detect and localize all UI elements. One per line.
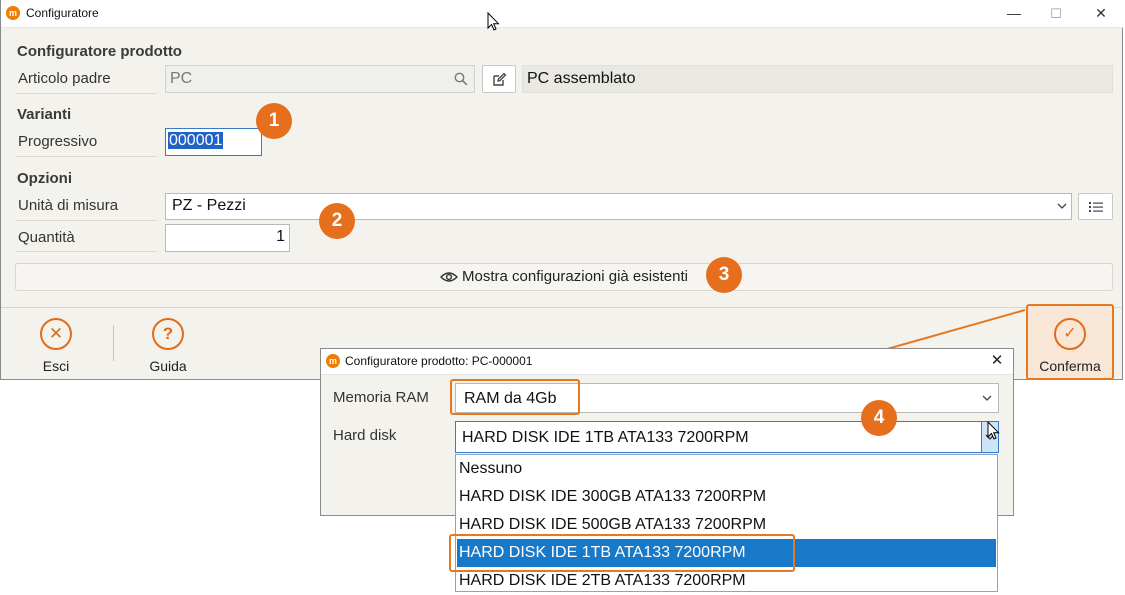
parent-description-field: PC assemblato [522, 65, 1113, 93]
quantity-input[interactable]: 1 [165, 224, 290, 252]
edit-article-button[interactable] [482, 65, 516, 93]
parent-article-input[interactable]: PC [165, 65, 475, 93]
show-existing-configurations-label: Mostra configurazioni già esistenti [462, 268, 688, 285]
exit-label: Esci [42, 358, 70, 374]
label-divider [15, 93, 157, 94]
chevron-down-icon [1057, 203, 1067, 209]
chevron-down-icon [982, 395, 992, 401]
uom-select[interactable]: PZ - Pezzi [165, 193, 1072, 220]
toolbar-separator [113, 325, 114, 361]
hard-disk-option[interactable]: Nessuno [457, 455, 996, 483]
show-existing-configurations-button[interactable]: Mostra configurazioni già esistenti [15, 263, 1113, 291]
ram-label: Memoria RAM [333, 389, 429, 406]
dialog-titlebar: m Configuratore prodotto: PC-000001 ✕ [321, 349, 1013, 375]
label-divider [15, 251, 157, 252]
parent-article-value: PC [170, 70, 193, 87]
list-icon [1089, 202, 1103, 212]
exit-icon: ✕ [40, 318, 72, 350]
search-icon[interactable] [454, 72, 468, 86]
hard-disk-select[interactable]: HARD DISK IDE 1TB ATA133 7200RPM [455, 421, 999, 453]
app-logo-icon: m [6, 6, 20, 20]
exit-button[interactable]: ✕ Esci [26, 318, 86, 374]
step-marker-2: 2 [319, 203, 355, 239]
dialog-title: Configuratore prodotto: PC-000001 [345, 354, 533, 368]
confirm-button[interactable]: ✓ Conferma [1026, 304, 1114, 380]
dialog-close-button[interactable]: ✕ [985, 351, 1009, 369]
help-icon: ? [152, 318, 184, 350]
hard-disk-label: Hard disk [333, 427, 397, 444]
help-button[interactable]: ? Guida [138, 318, 198, 374]
close-button[interactable]: ✕ [1083, 0, 1119, 27]
progressive-value: 000001 [168, 132, 224, 149]
step-marker-3: 3 [706, 257, 742, 293]
product-section-title: Configuratore prodotto [17, 43, 182, 60]
step-marker-4: 4 [861, 400, 897, 436]
eye-icon [440, 272, 459, 282]
ram-highlight [450, 379, 580, 415]
checkmark-icon: ✓ [1054, 318, 1086, 350]
uom-value: PZ - Pezzi [172, 197, 246, 214]
help-label: Guida [149, 358, 187, 374]
confirm-label: Conferma [1039, 358, 1101, 374]
minimize-button[interactable]: — [996, 0, 1032, 27]
window-titlebar: m Configuratore — ☐ ✕ [1, 0, 1124, 28]
uom-list-button[interactable] [1078, 193, 1113, 220]
selected-option-highlight [449, 534, 795, 572]
parent-article-label: Articolo padre [18, 70, 111, 87]
progressive-label: Progressivo [18, 133, 98, 150]
hard-disk-value: HARD DISK IDE 1TB ATA133 7200RPM [462, 429, 749, 446]
step-marker-1: 1 [256, 103, 292, 139]
hard-disk-option[interactable]: HARD DISK IDE 300GB ATA133 7200RPM [457, 483, 996, 511]
quantity-value: 1 [276, 228, 285, 245]
quantity-label: Quantità [18, 229, 75, 246]
window-title: Configuratore [26, 6, 99, 20]
maximize-button[interactable]: ☐ [1038, 0, 1074, 27]
edit-icon [493, 72, 507, 86]
mouse-cursor-icon [487, 12, 500, 31]
variants-section-title: Varianti [17, 106, 72, 123]
parent-description-value: PC assemblato [527, 70, 636, 87]
uom-label: Unità di misura [18, 197, 119, 214]
progressive-input[interactable]: 000001 [165, 128, 262, 156]
options-section-title: Opzioni [17, 170, 72, 187]
label-divider [15, 220, 157, 221]
label-divider [15, 156, 157, 157]
app-logo-icon: m [326, 354, 340, 368]
mouse-cursor-icon [987, 421, 1000, 440]
